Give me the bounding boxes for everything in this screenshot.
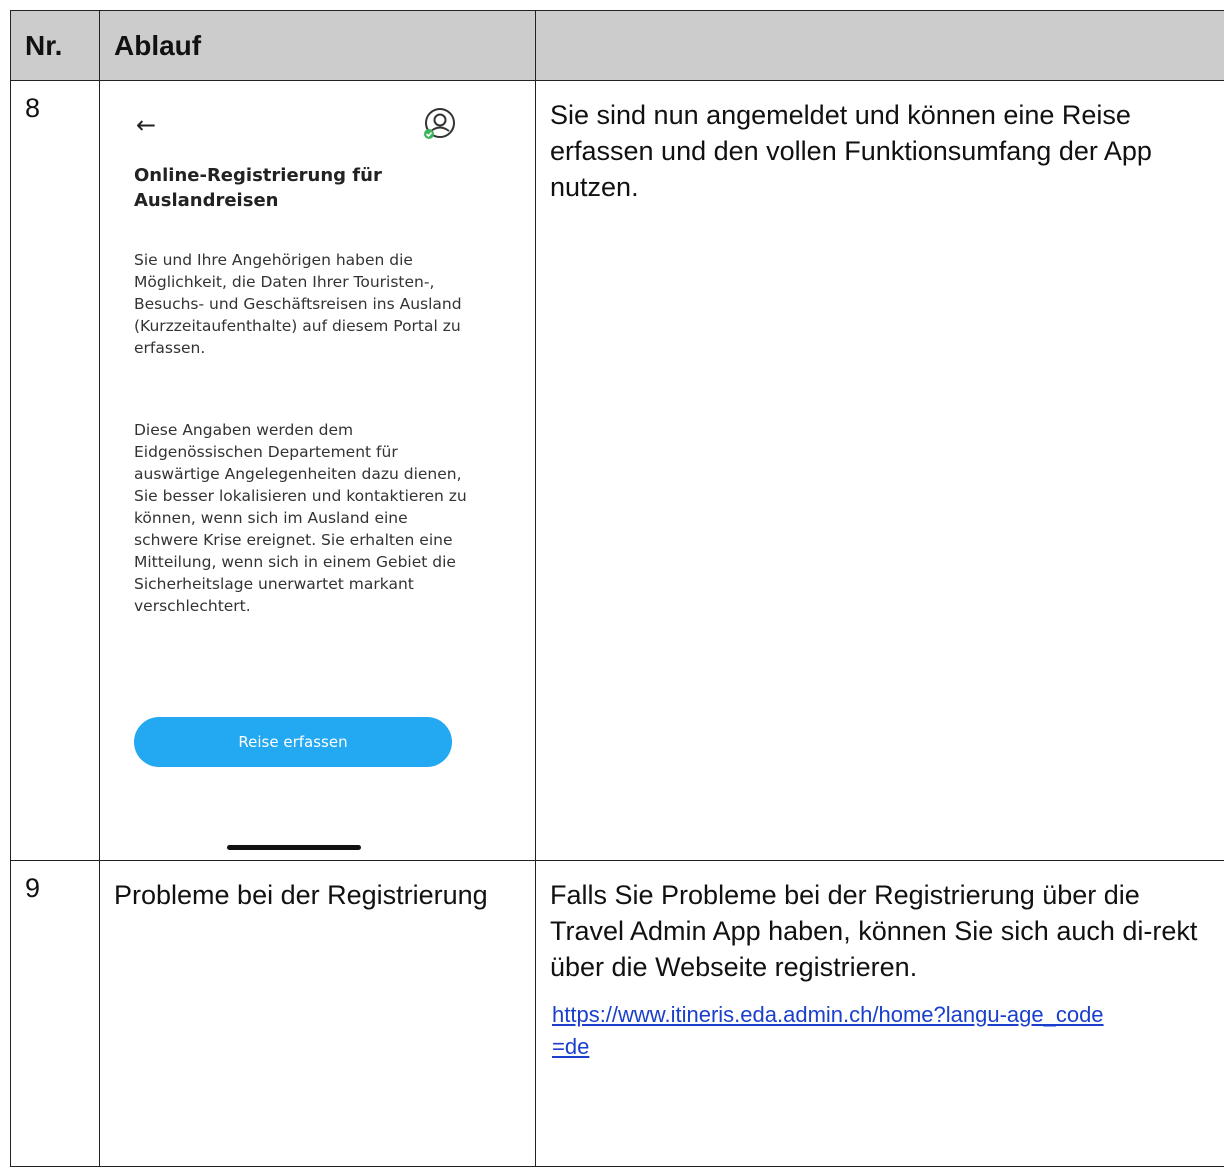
app-info-text: Diese Angaben werden dem Eidgenössischen… [134,419,474,617]
phone-screenshot: ← Online-Registrierung für Auslandreisen… [100,81,534,859]
cell-ablauf: ← Online-Registrierung für Auslandreisen… [100,81,536,861]
step-title: Probleme bei der Registrierung [100,861,535,913]
cell-nr: 9 [11,861,100,1167]
app-intro-text: Sie und Ihre Angehörigen haben die Mögli… [134,249,474,359]
step-number: 8 [11,81,99,124]
header-nr: Nr. [11,11,100,81]
step-description: Sie sind nun angemeldet und können eine … [536,81,1224,205]
reise-erfassen-button[interactable]: Reise erfassen [134,717,452,767]
cell-desc: Falls Sie Probleme bei der Registrierung… [536,861,1224,1167]
user-profile-icon[interactable] [418,105,458,145]
table-row: 9 Probleme bei der Registrierung Falls S… [11,861,1224,1167]
table-row: 8 ← Online-Registrierung für Auslandreis… [11,81,1224,861]
back-arrow-icon[interactable]: ← [136,111,156,139]
steps-table: Nr. Ablauf 8 ← Online-Registrierung für … [10,10,1224,1167]
cell-ablauf: Probleme bei der Registrierung [100,861,536,1167]
step-number: 9 [11,861,99,904]
cell-desc: Sie sind nun angemeldet und können eine … [536,81,1224,861]
cell-nr: 8 [11,81,100,861]
table-header-row: Nr. Ablauf [11,11,1224,81]
header-desc [536,11,1224,81]
registration-website-link[interactable]: https://www.itineris.eda.admin.ch/home?l… [552,999,1112,1063]
app-page-title: Online-Registrierung für Auslandreisen [134,163,464,213]
step-description: Falls Sie Probleme bei der Registrierung… [536,861,1224,985]
header-ablauf: Ablauf [100,11,536,81]
home-indicator [227,845,361,850]
